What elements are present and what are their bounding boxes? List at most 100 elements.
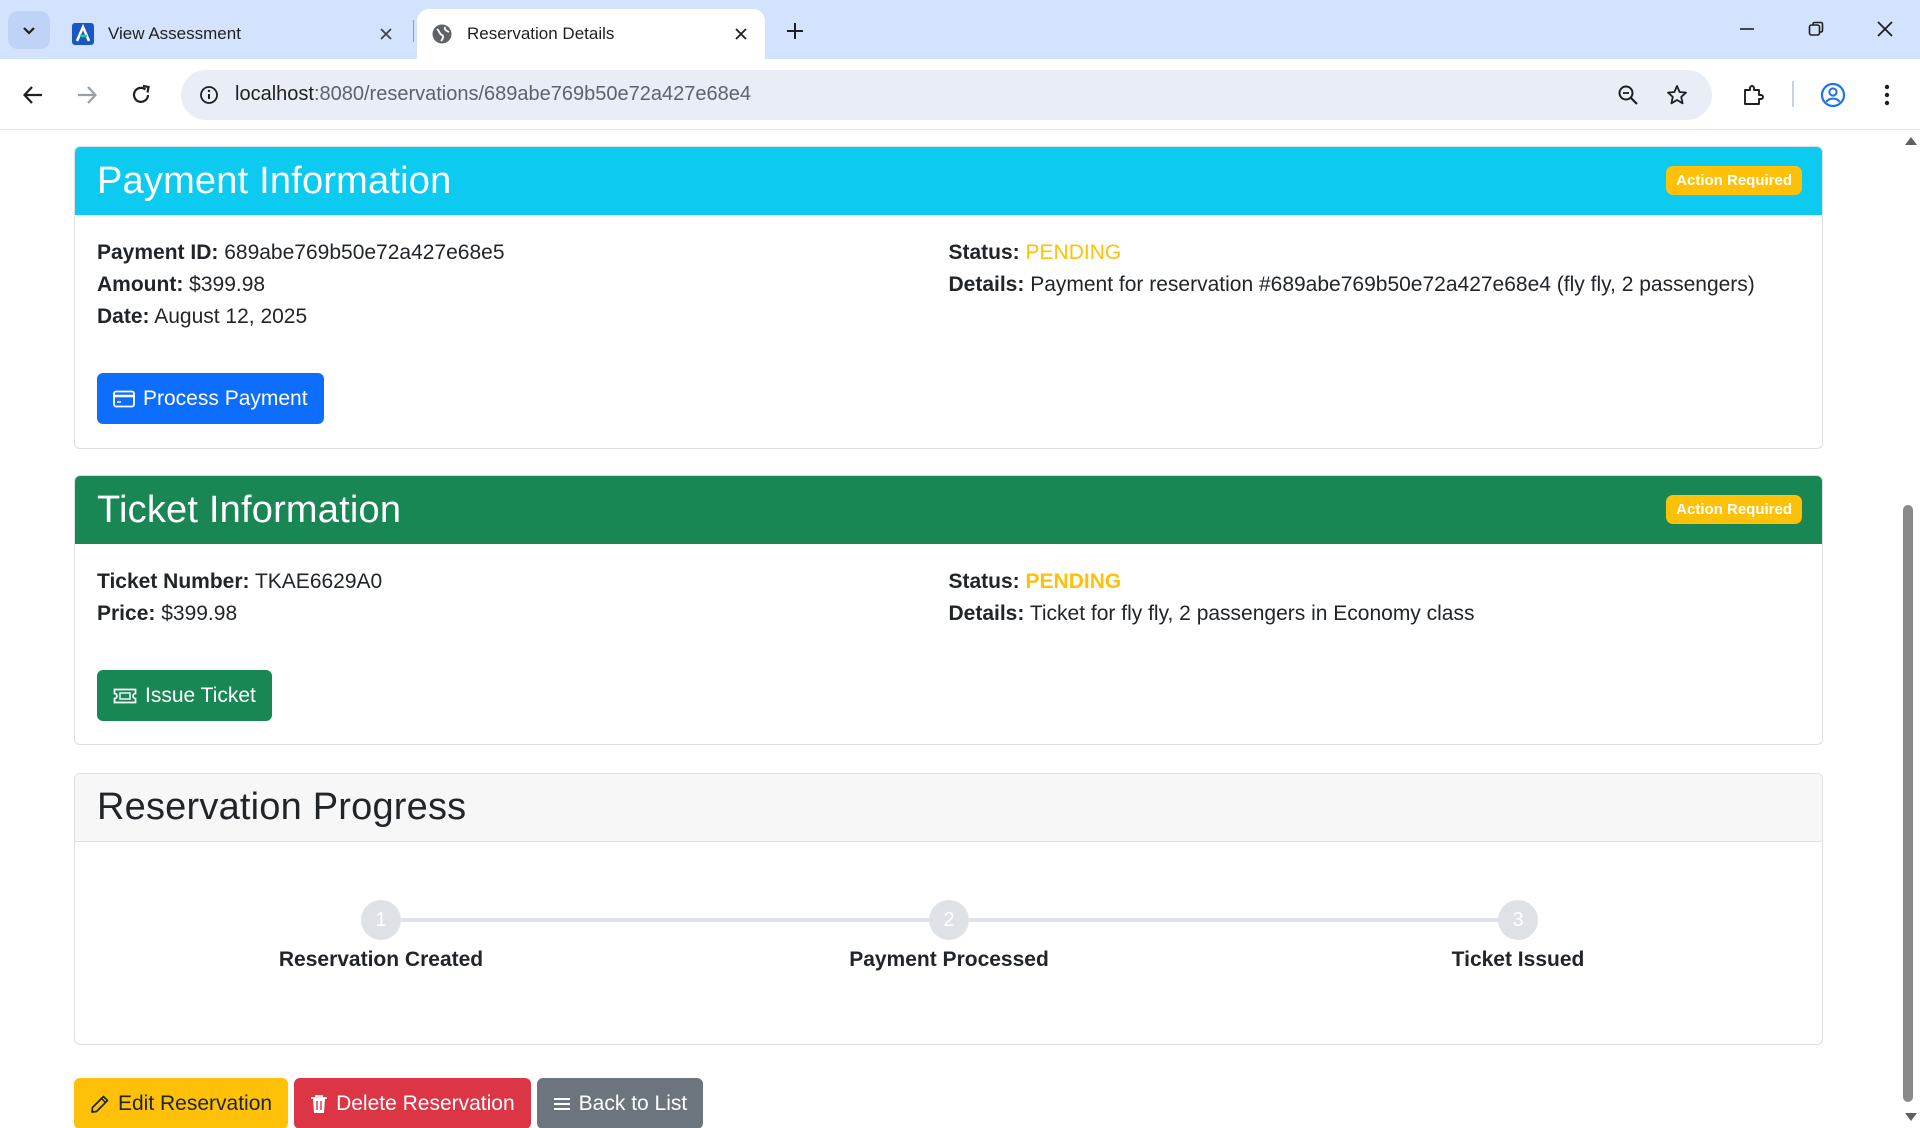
pencil-icon <box>91 1095 109 1113</box>
reservation-actions: Edit Reservation Delete Reservation Back… <box>74 1078 704 1128</box>
payment-amount-row: Amount: $399.98 <box>97 269 949 301</box>
delete-reservation-label: Delete Reservation <box>336 1091 515 1115</box>
ticket-status-value: PENDING <box>1025 570 1122 593</box>
step-label: Payment Processed <box>849 948 1049 971</box>
payment-status-row: Status: PENDING <box>949 237 1801 269</box>
minimize-button[interactable] <box>1720 8 1774 50</box>
scrollbar-thumb[interactable] <box>1903 505 1913 1102</box>
site-info-icon[interactable] <box>193 79 225 111</box>
ticket-price-value: $399.98 <box>161 602 238 625</box>
ticket-number-label: Ticket Number: <box>97 570 250 593</box>
scroll-down-arrow-icon[interactable] <box>1905 1113 1917 1121</box>
payment-id-row: Payment ID: 689abe769b50e72a427e68e5 <box>97 237 949 269</box>
edit-reservation-button[interactable]: Edit Reservation <box>74 1078 289 1128</box>
minimize-icon <box>1740 28 1754 30</box>
delete-reservation-button[interactable]: Delete Reservation <box>294 1078 531 1128</box>
action-required-badge: Action Required <box>1666 495 1802 524</box>
payment-card-header: Payment Information Action Required <box>75 147 1822 215</box>
menu-button[interactable] <box>1868 76 1906 114</box>
restore-icon <box>1808 21 1824 36</box>
progress-step-1: 1 Reservation Created <box>231 900 531 972</box>
close-window-button[interactable] <box>1858 8 1912 50</box>
trash-icon <box>311 1094 328 1113</box>
payment-left-column: Payment ID: 689abe769b50e72a427e68e5 Amo… <box>97 237 949 333</box>
address-bar[interactable]: localhost:8080/reservations/689abe769b50… <box>181 70 1712 120</box>
payment-date-label: Date: <box>97 305 150 328</box>
step-number: 1 <box>361 900 401 940</box>
issue-ticket-label: Issue Ticket <box>145 683 256 707</box>
chevron-down-icon <box>23 27 35 35</box>
url-host: localhost <box>235 83 314 105</box>
payment-right-column: Status: PENDING Details: Payment for res… <box>949 237 1801 333</box>
profile-button[interactable] <box>1814 76 1852 114</box>
progress-tracker: 1 Reservation Created 2 Payment Processe… <box>75 842 1822 1044</box>
close-icon[interactable] <box>372 20 400 48</box>
ticket-card: Ticket Information Action Required Ticke… <box>74 475 1823 745</box>
ticket-left-column: Ticket Number: TKAE6629A0 Price: $399.98 <box>97 566 949 630</box>
ticket-title: Ticket Information <box>97 488 402 531</box>
page-viewport: Payment Information Action Required Paym… <box>0 130 1900 1128</box>
ticket-number-value: TKAE6629A0 <box>254 570 383 593</box>
plus-icon <box>787 23 803 39</box>
tab-search-button[interactable] <box>8 11 50 49</box>
progress-step-3: 3 Ticket Issued <box>1368 900 1668 972</box>
ticket-card-header: Ticket Information Action Required <box>75 476 1822 544</box>
step-number: 2 <box>929 900 969 940</box>
reload-button[interactable] <box>122 76 160 114</box>
action-required-badge: Action Required <box>1666 166 1802 195</box>
payment-title: Payment Information <box>97 159 452 202</box>
payment-details-value: Payment for reservation #689abe769b50e72… <box>1030 273 1755 296</box>
ticket-card-body: Ticket Number: TKAE6629A0 Price: $399.98… <box>75 544 1822 741</box>
zoom-icon[interactable] <box>1612 79 1644 111</box>
ticket-details-label: Details: <box>948 602 1025 625</box>
payment-details-label: Details: <box>948 273 1025 296</box>
payment-card: Payment Information Action Required Paym… <box>74 146 1823 449</box>
extensions-button[interactable] <box>1734 76 1772 114</box>
close-icon[interactable] <box>727 20 755 48</box>
profile-avatar-icon <box>1820 82 1846 108</box>
ticket-number-row: Ticket Number: TKAE6629A0 <box>97 566 949 598</box>
reload-icon <box>132 84 150 103</box>
step-number: 3 <box>1498 900 1538 940</box>
payment-date-value: August 12, 2025 <box>154 305 308 328</box>
process-payment-label: Process Payment <box>143 386 308 410</box>
scroll-up-arrow-icon[interactable] <box>1905 137 1917 145</box>
url-path: :8080/reservations/689abe769b50e72a427e6… <box>313 83 751 105</box>
close-icon <box>1877 21 1893 37</box>
edit-reservation-label: Edit Reservation <box>118 1091 273 1115</box>
tab-title: Reservation Details <box>467 24 615 43</box>
ticket-right-column: Status: PENDING Details: Ticket for fly … <box>949 566 1801 630</box>
tab-view-assessment[interactable]: View Assessment <box>58 9 410 59</box>
browser-toolbar: localhost:8080/reservations/689abe769b50… <box>0 59 1920 130</box>
tab-strip: View Assessment Reservation Details <box>0 0 1920 59</box>
process-payment-button[interactable]: Process Payment <box>97 373 324 424</box>
url-text[interactable]: localhost:8080/reservations/689abe769b50… <box>235 83 751 106</box>
progress-step-2: 2 Payment Processed <box>799 900 1099 972</box>
payment-id-value: 689abe769b50e72a427e68e5 <box>224 241 505 264</box>
bookmark-star-icon[interactable] <box>1661 79 1693 111</box>
payment-card-body: Payment ID: 689abe769b50e72a427e68e5 Amo… <box>75 215 1822 444</box>
globe-icon <box>431 23 453 45</box>
ticket-icon <box>113 688 137 703</box>
forward-button[interactable] <box>68 76 106 114</box>
payment-amount-value: $399.98 <box>189 273 266 296</box>
payment-status-value: PENDING <box>1025 241 1122 264</box>
ticket-details-row: Details: Ticket for fly fly, 2 passenger… <box>949 598 1801 630</box>
credit-card-icon <box>113 390 135 407</box>
more-vertical-icon <box>1884 84 1890 106</box>
new-tab-button[interactable] <box>778 14 812 48</box>
progress-title: Reservation Progress <box>97 786 467 828</box>
payment-status-label: Status: <box>948 241 1020 264</box>
restore-button[interactable] <box>1789 8 1843 50</box>
tab-reservation-details[interactable]: Reservation Details <box>417 9 765 59</box>
back-to-list-button[interactable]: Back to List <box>536 1078 704 1128</box>
issue-ticket-button[interactable]: Issue Ticket <box>97 670 272 721</box>
progress-card-header: Reservation Progress <box>75 774 1822 842</box>
assessment-app-icon <box>72 23 94 45</box>
back-button[interactable] <box>14 76 52 114</box>
ticket-price-label: Price: <box>97 602 156 625</box>
toolbar-divider <box>1792 81 1794 107</box>
payment-date-row: Date: August 12, 2025 <box>97 301 949 333</box>
ticket-status-label: Status: <box>948 570 1020 593</box>
step-label: Reservation Created <box>278 948 484 971</box>
